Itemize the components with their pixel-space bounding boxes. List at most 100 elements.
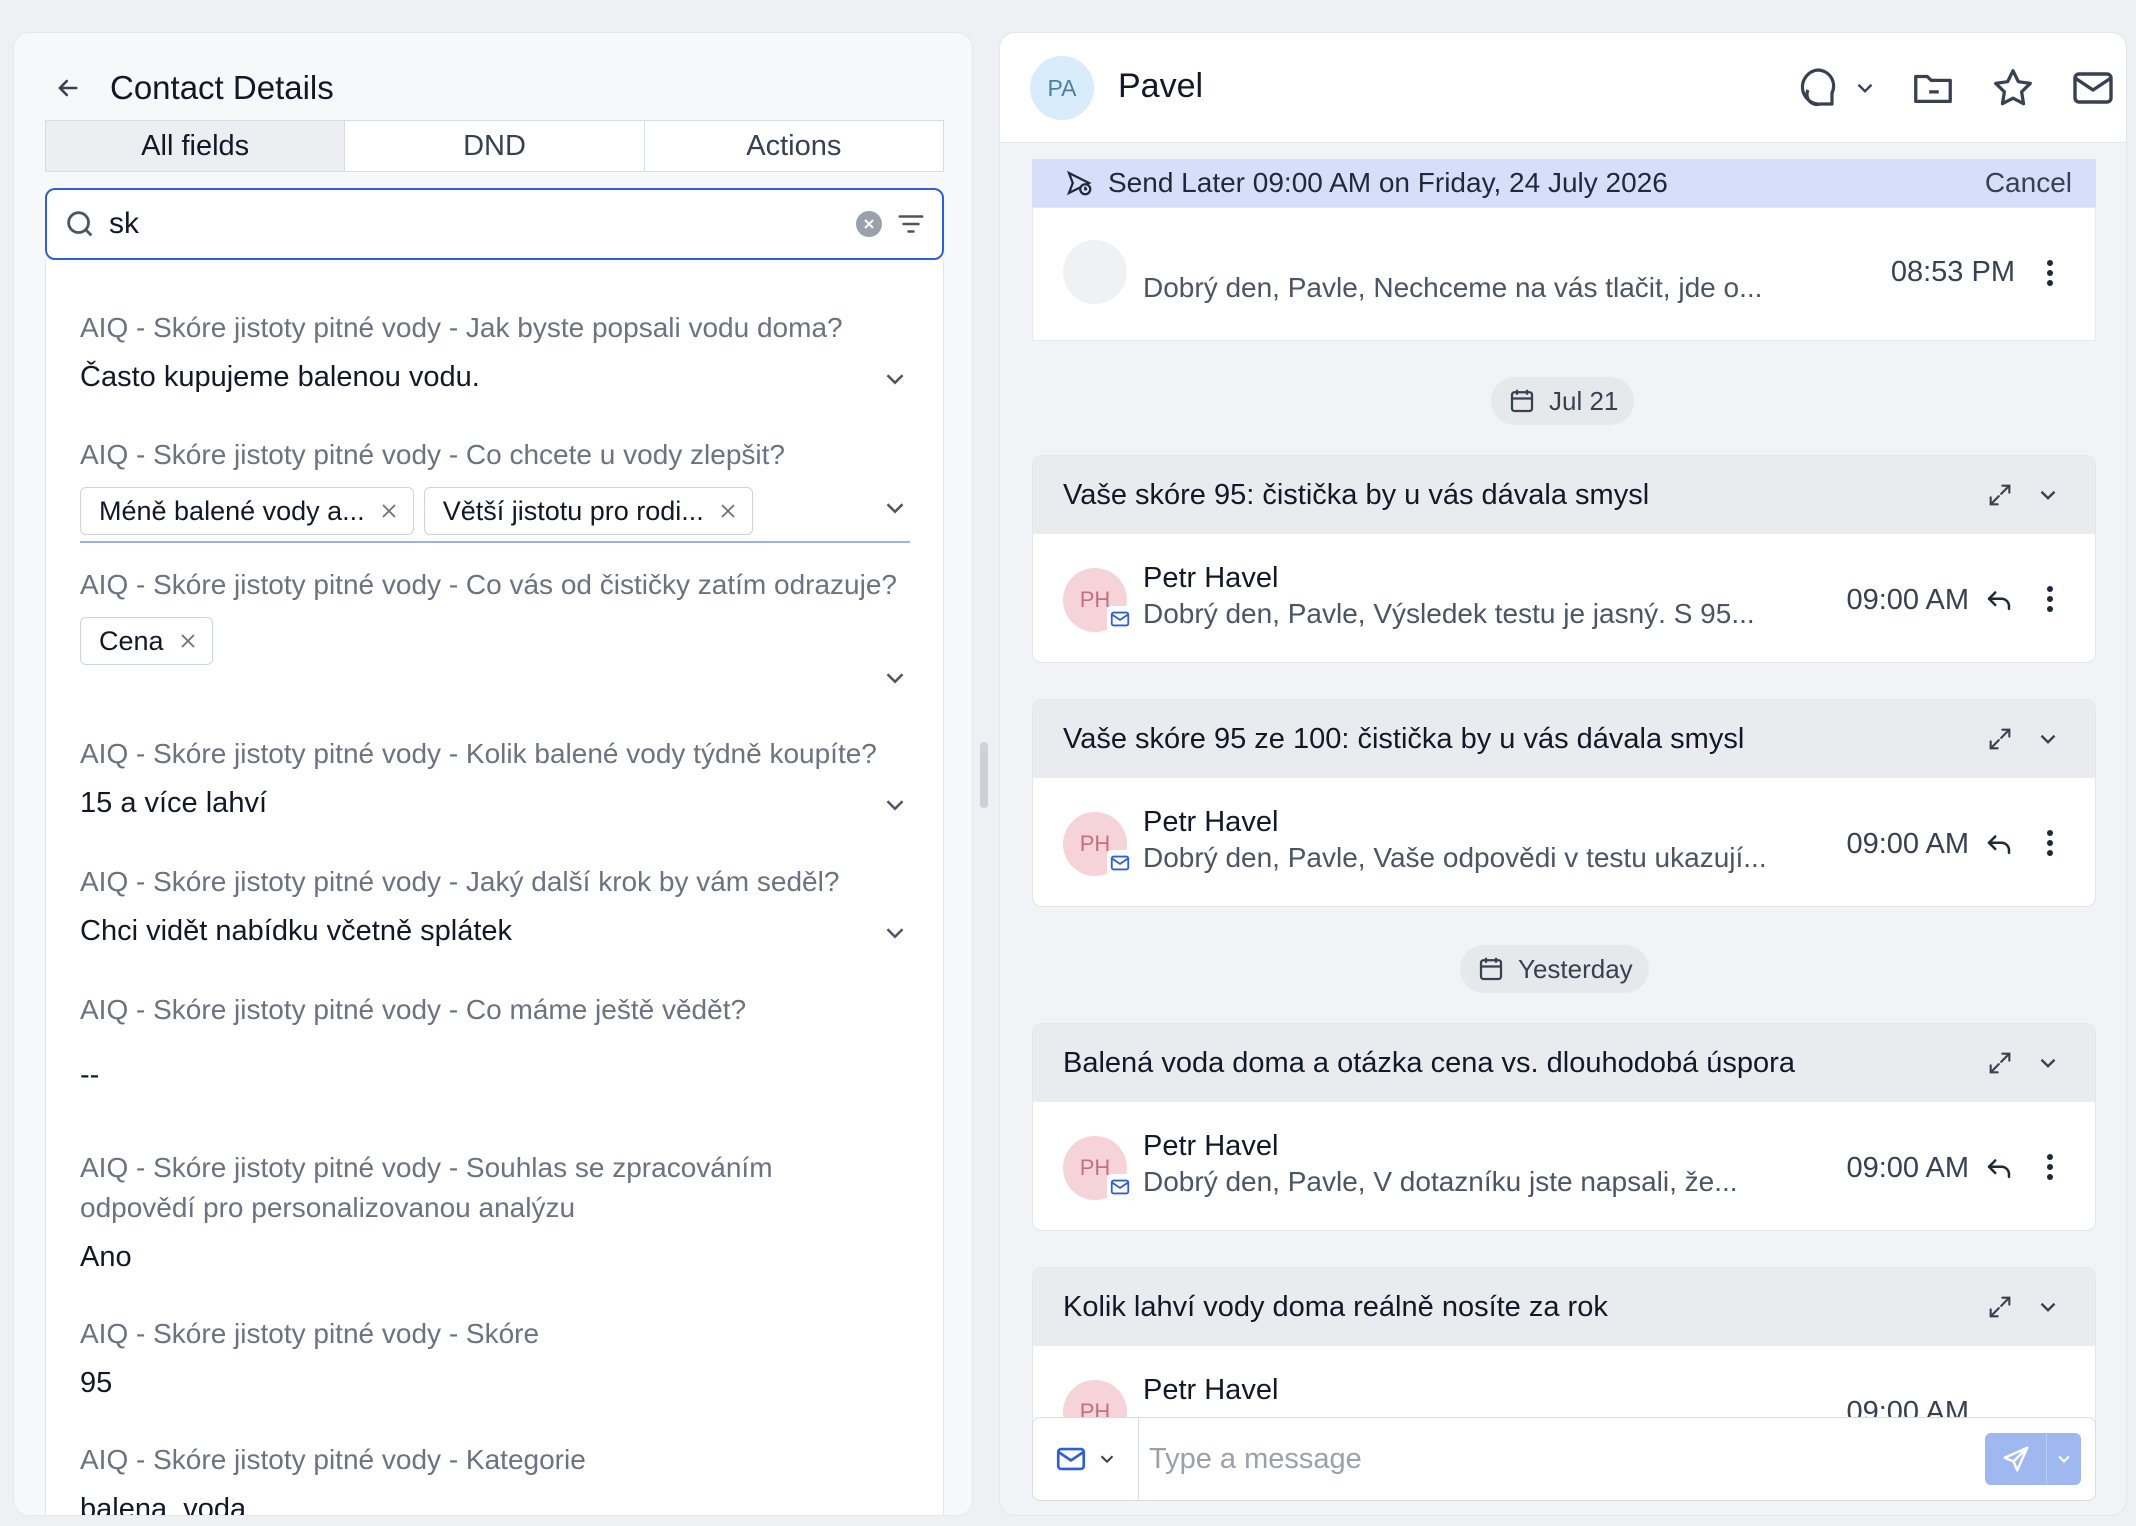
chevron-down-icon[interactable]: [2031, 1290, 2065, 1324]
reply-icon[interactable]: [1983, 828, 2015, 860]
thread-header[interactable]: Vaše skóre 95 ze 100: čistička by u vás …: [1033, 700, 2095, 778]
message-preview: Dobrý den, Pavle, Nechceme na vás tlačit…: [1143, 272, 1763, 303]
send-later-banner: Send Later 09:00 AM on Friday, 24 July 2…: [1032, 159, 2096, 207]
tab-actions[interactable]: Actions: [645, 121, 943, 171]
email-thread[interactable]: Vaše skóre 95: čistička by u vás dávala …: [1032, 455, 2096, 663]
field-label: AIQ - Skóre jistoty pitné vody - Co chce…: [80, 439, 785, 470]
field-value[interactable]: --: [80, 1056, 910, 1094]
close-icon[interactable]: [178, 631, 198, 651]
filter-icon[interactable]: [896, 209, 926, 239]
chevron-down-icon[interactable]: [2031, 722, 2065, 756]
message-row[interactable]: PH Petr Havel Dobrý den, Pavle, V dotazn…: [1033, 1102, 2095, 1230]
mail-icon: [1107, 1174, 1133, 1200]
expand-icon[interactable]: [1983, 1290, 2017, 1324]
date-separator: Jul 21: [1491, 377, 1635, 425]
cancel-send-later-button[interactable]: Cancel: [1985, 167, 2072, 199]
thread-header[interactable]: Balená voda doma a otázka cena vs. dlouh…: [1033, 1024, 2095, 1102]
folder-icon[interactable]: [1908, 63, 1958, 113]
chevron-down-icon[interactable]: [2031, 478, 2065, 512]
chip: Méně balené vody a...: [80, 487, 414, 535]
field-search-input[interactable]: sk: [45, 188, 944, 260]
mail-icon[interactable]: [2068, 63, 2118, 113]
field-item: AIQ - Skóre jistoty pitné vody - Kategor…: [80, 1440, 910, 1515]
email-thread[interactable]: Kolik lahví vody doma reálně nosíte za r…: [1032, 1267, 2096, 1437]
field-value[interactable]: Často kupujeme balenou vodu.: [80, 358, 910, 396]
thread-subject: Vaše skóre 95 ze 100: čistička by u vás …: [1063, 722, 1745, 755]
send-later-text: Send Later 09:00 AM on Friday, 24 July 2…: [1108, 167, 1668, 198]
message-composer: Type a message: [1032, 1417, 2096, 1501]
channel-menu-button[interactable]: [1792, 63, 1880, 113]
tab-all-fields[interactable]: All fields: [46, 121, 346, 171]
date-label: Jul 21: [1549, 385, 1619, 416]
chevron-down-icon[interactable]: [880, 790, 910, 820]
multi-select[interactable]: Méně balené vody a... Větší jistotu pro …: [80, 487, 910, 543]
reply-icon[interactable]: [1983, 584, 2015, 616]
channel-select[interactable]: [1033, 1418, 1139, 1500]
field-label: AIQ - Skóre jistoty pitné vody - Jak bys…: [80, 312, 843, 343]
thread-subject: Vaše skóre 95: čistička by u vás dávala …: [1063, 478, 1650, 511]
field-value[interactable]: 95: [80, 1364, 910, 1402]
chevron-down-icon[interactable]: [2031, 1046, 2065, 1080]
chevron-down-icon[interactable]: [880, 918, 910, 948]
expand-icon[interactable]: [1983, 722, 2017, 756]
message-input[interactable]: Type a message: [1139, 1443, 1985, 1476]
chevron-down-icon[interactable]: [2047, 1449, 2081, 1469]
mail-icon: [1056, 1447, 1085, 1471]
thread-header[interactable]: Kolik lahví vody doma reálně nosíte za r…: [1033, 1268, 2095, 1346]
mail-icon: [1107, 850, 1133, 876]
field-label: AIQ - Skóre jistoty pitné vody - Kategor…: [80, 1444, 586, 1475]
kebab-icon[interactable]: [2035, 258, 2065, 288]
thread-subject: Balená voda doma a otázka cena vs. dlouh…: [1063, 1046, 1795, 1079]
field-item: AIQ - Skóre jistoty pitné vody - Souhlas…: [80, 1148, 910, 1276]
page-title: Contact Details: [110, 69, 334, 106]
contact-details-panel: Contact Details All fields DND Actions s…: [13, 32, 973, 1516]
chevron-down-icon[interactable]: [880, 364, 910, 394]
chip: Větší jistotu pro rodi...: [423, 487, 753, 535]
message-row[interactable]: PH Petr Havel Dobrý den, Pavle, Vaše odp…: [1033, 778, 2095, 906]
kebab-icon[interactable]: [2035, 584, 2065, 614]
date-label: Yesterday: [1518, 953, 1633, 984]
multi-select[interactable]: Cena: [80, 617, 910, 669]
panel-resize-handle[interactable]: [980, 742, 988, 808]
close-icon[interactable]: [718, 501, 738, 521]
expand-icon[interactable]: [1983, 478, 2017, 512]
kebab-icon[interactable]: [2035, 828, 2065, 858]
tab-dnd[interactable]: DND: [345, 121, 645, 171]
chevron-down-icon: [1100, 1455, 1113, 1464]
chevron-down-icon[interactable]: [880, 663, 910, 693]
close-icon[interactable]: [379, 501, 399, 521]
field-value[interactable]: Ano: [80, 1238, 910, 1276]
star-icon[interactable]: [1988, 63, 2038, 113]
send-icon[interactable]: [1985, 1433, 2047, 1485]
scheduled-message[interactable]: Dobrý den, Pavle, Nechceme na vás tlačit…: [1032, 207, 2096, 341]
clear-icon[interactable]: [856, 211, 882, 237]
avatar: PA: [1030, 56, 1094, 120]
expand-icon[interactable]: [1983, 1046, 2017, 1080]
message-row[interactable]: PH Petr Havel Dobrý den, Pavle, Výsledek…: [1033, 534, 2095, 662]
chip-label: Větší jistotu pro rodi...: [442, 495, 704, 526]
email-thread[interactable]: Balená voda doma a otázka cena vs. dlouh…: [1032, 1023, 2096, 1231]
chip: Cena: [80, 617, 213, 665]
field-value[interactable]: balena_voda: [80, 1490, 910, 1515]
send-button[interactable]: [1985, 1433, 2081, 1485]
avatar: [1063, 240, 1127, 304]
reply-icon[interactable]: [1983, 1152, 2015, 1184]
kebab-icon[interactable]: [2035, 1152, 2065, 1182]
search-icon: [67, 211, 93, 237]
field-item: AIQ - Skóre jistoty pitné vody - Co vás …: [80, 565, 910, 684]
chip-label: Cena: [99, 625, 164, 656]
field-value[interactable]: 15 a více lahví: [80, 784, 910, 822]
message-time: 09:00 AM: [1846, 1152, 1969, 1184]
back-arrow-icon[interactable]: [48, 68, 88, 108]
chevron-down-icon[interactable]: [880, 493, 910, 523]
field-label: AIQ - Skóre jistoty pitné vody - Kolik b…: [80, 738, 877, 769]
field-label: AIQ - Skóre jistoty pitné vody - Co vás …: [80, 569, 897, 600]
field-item: AIQ - Skóre jistoty pitné vody - Co máme…: [80, 990, 910, 1094]
search-value[interactable]: sk: [109, 207, 856, 241]
message-time: 09:00 AM: [1846, 584, 1969, 616]
field-tabs: All fields DND Actions: [45, 120, 944, 172]
thread-header[interactable]: Vaše skóre 95: čistička by u vás dávala …: [1033, 456, 2095, 534]
field-value[interactable]: Chci vidět nabídku včetně splátek: [80, 912, 910, 950]
email-thread[interactable]: Vaše skóre 95 ze 100: čistička by u vás …: [1032, 699, 2096, 907]
chip-label: Méně balené vody a...: [99, 495, 365, 526]
